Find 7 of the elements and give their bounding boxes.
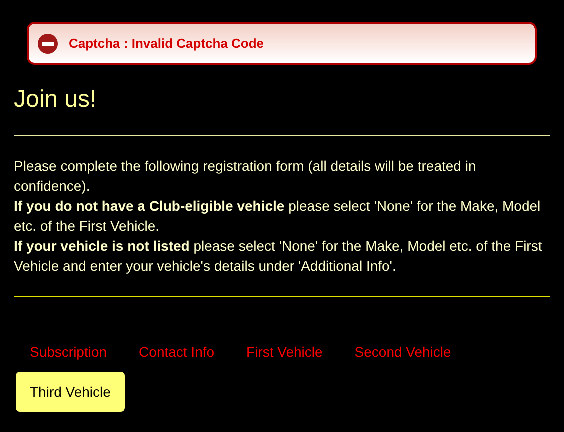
alert-message: Captcha : Invalid Captcha Code: [69, 34, 264, 53]
intro-text: If your vehicle is not listed please select 'None' for the Make, Model etc. of the First Vehicle and enter your vehicle's details under 'Additional Info'.: [14, 237, 544, 276]
tab[interactable]: Third Vehicle: [16, 372, 125, 412]
intro-text: If you do not have a Club-eligible vehicle please select 'None' for the Make, Model etc. of the First Vehicle.: [14, 197, 542, 236]
page-heading: Join us!: [14, 85, 98, 115]
no-entry-icon: [37, 32, 59, 54]
intro-text: Please complete the following registration form (all details will be treated in confidence).: [14, 157, 478, 196]
